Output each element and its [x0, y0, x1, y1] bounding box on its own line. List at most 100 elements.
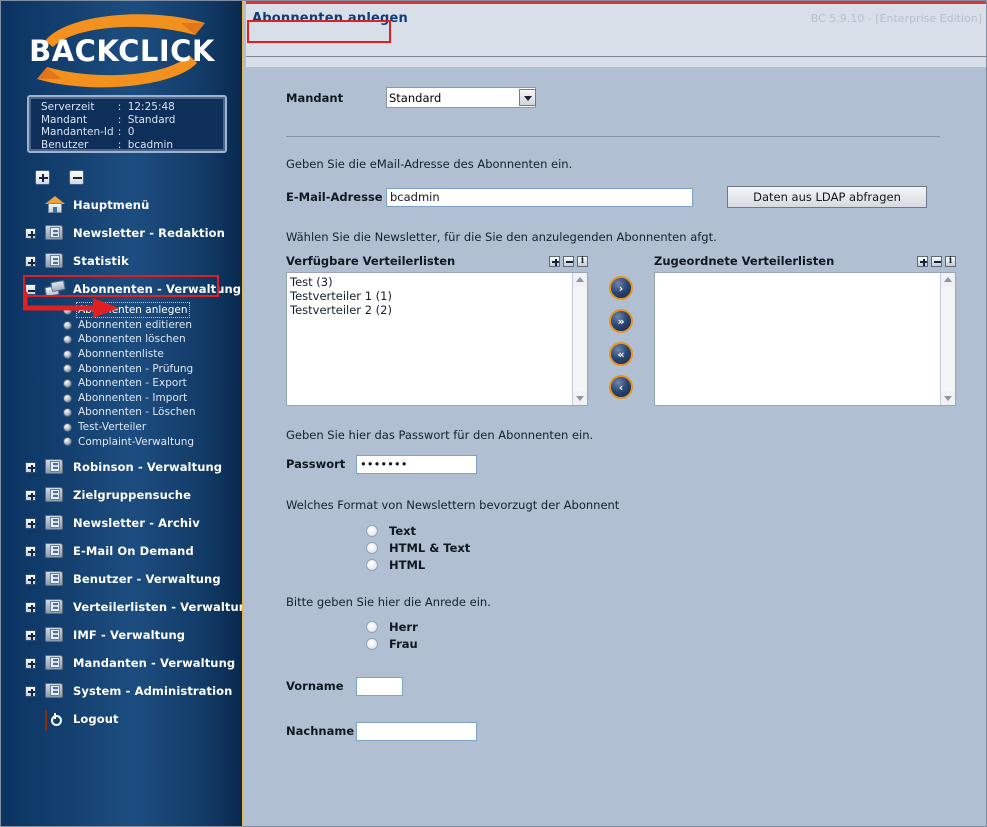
radio-label[interactable]: Text [389, 524, 416, 538]
list-item[interactable]: Test (3) [290, 275, 587, 289]
sidebar-item-newsletter-archiv[interactable]: Newsletter - Archiv [1, 509, 242, 537]
move-all-right-button[interactable]: » [609, 309, 633, 333]
expand-icon[interactable] [549, 255, 560, 267]
logout-icon [45, 709, 64, 731]
email-input[interactable] [386, 187, 693, 207]
scroll-up-icon[interactable] [941, 273, 955, 287]
sidebar-item-abonnenten-anlegen[interactable]: Abonnenten anlegen [1, 302, 242, 319]
radio-label[interactable]: Herr [389, 620, 418, 634]
folder-icon [45, 682, 64, 700]
sidebar-item-label: System - Administration [73, 683, 233, 698]
folder-icon [45, 486, 64, 504]
expand-icon[interactable] [25, 256, 36, 267]
expand-all-icon[interactable] [35, 170, 50, 185]
sidebar-item-system-administration[interactable]: System - Administration [1, 677, 242, 705]
sidebar-item-label: Zielgruppensuche [73, 487, 191, 502]
available-lists-header: Verfügbare Verteilerlisten i [286, 254, 588, 268]
sidebar-item-abonnenten-loeschen-bulk[interactable]: Abonnenten - Löschen [1, 405, 242, 420]
firstname-input[interactable] [356, 676, 403, 696]
sidebar-item-newsletter-redaktion[interactable]: Newsletter - Redaktion [1, 219, 242, 247]
page-title: Abonnenten anlegen [252, 11, 408, 26]
sidebar-item-abonnenten-export[interactable]: Abonnenten - Export [1, 376, 242, 391]
collapse-icon[interactable] [931, 255, 942, 267]
sidebar-item-abonnenten-loeschen[interactable]: Abonnenten löschen [1, 332, 242, 347]
bullet-icon [63, 437, 72, 447]
email-label: E-Mail-Adresse [286, 190, 383, 204]
sidebar-item-robinson-verwaltung[interactable]: Robinson - Verwaltung [1, 453, 242, 481]
folder-icon [45, 458, 64, 476]
collapse-icon[interactable] [25, 284, 36, 295]
scroll-down-icon[interactable] [573, 391, 587, 405]
info-icon[interactable]: i [577, 255, 588, 267]
sidebar-subitems-abonnenten: Abonnenten anlegen Abonnenten editieren … [1, 302, 242, 453]
mandant-select[interactable]: Standard [386, 87, 536, 108]
expand-icon[interactable] [25, 657, 36, 669]
available-lists-listbox[interactable]: Test (3) Testverteiler 1 (1) Testverteil… [286, 272, 588, 406]
radio-format-html[interactable] [366, 558, 378, 571]
assigned-lists-listbox[interactable] [654, 272, 956, 406]
sidebar-item-imf-verwaltung[interactable]: IMF - Verwaltung [1, 621, 242, 649]
header-spacer [246, 57, 986, 67]
expand-icon[interactable] [25, 629, 36, 641]
radio-format-text[interactable] [366, 524, 378, 537]
radio-salutation-frau[interactable] [366, 637, 378, 650]
expand-icon[interactable] [25, 685, 36, 697]
sidebar-item-abonnenten-pruefung[interactable]: Abonnenten - Prüfung [1, 361, 242, 376]
move-right-button[interactable]: › [609, 276, 633, 300]
sidebar-subitem-label: Abonnenten anlegen [76, 302, 190, 319]
radio-label[interactable]: HTML & Text [389, 541, 470, 555]
firstname-label: Vorname [286, 679, 344, 693]
lastname-input[interactable] [356, 721, 477, 741]
sidebar-item-statistik[interactable]: Statistik [1, 247, 242, 275]
expand-icon[interactable] [917, 255, 928, 267]
sidebar-item-test-verteiler[interactable]: Test-Verteiler [1, 420, 242, 435]
ldap-query-button[interactable]: Daten aus LDAP abfragen [727, 186, 927, 208]
list-item[interactable]: Testverteiler 2 (2) [290, 303, 587, 317]
radio-row: Text [366, 522, 980, 539]
expand-icon[interactable] [25, 489, 36, 501]
radio-salutation-herr[interactable] [366, 620, 378, 633]
sidebar-item-hauptmenue[interactable]: Hauptmenü [1, 191, 242, 219]
sidebar-item-abonnenten-editieren[interactable]: Abonnenten editieren [1, 318, 242, 333]
expand-icon[interactable] [25, 573, 36, 585]
sidebar-item-email-on-demand[interactable]: E-Mail On Demand [1, 537, 242, 565]
server-info-key: Serverzeit [41, 101, 95, 113]
sidebar-item-abonnentenliste[interactable]: Abonnentenliste [1, 347, 242, 362]
sidebar-item-zielgruppensuche[interactable]: Zielgruppensuche [1, 481, 242, 509]
scrollbar[interactable] [572, 273, 587, 405]
sidebar-item-complaint-verwaltung[interactable]: Complaint-Verwaltung [1, 434, 242, 449]
sidebar-item-verteilerlisten-verwaltung[interactable]: Verteilerlisten - Verwaltung [1, 593, 242, 621]
radio-row: HTML & Text [366, 539, 980, 556]
mandant-label: Mandant [286, 91, 344, 105]
scrollbar[interactable] [940, 273, 955, 405]
available-lists-panel: Verfügbare Verteilerlisten i Test (3) Te… [286, 254, 588, 406]
firstname-row: Vorname [254, 674, 980, 698]
scroll-up-icon[interactable] [573, 273, 587, 287]
expand-icon[interactable] [25, 517, 36, 529]
expand-icon[interactable] [25, 228, 36, 239]
list-item[interactable]: Testverteiler 1 (1) [290, 289, 587, 303]
sidebar-item-abonnenten-import[interactable]: Abonnenten - Import [1, 391, 242, 406]
sidebar-item-benutzer-verwaltung[interactable]: Benutzer - Verwaltung [1, 565, 242, 593]
backclick-window: BACKCLICK Serverzeit : 12:25:48 Mandant … [0, 0, 987, 827]
radio-format-html-text[interactable] [366, 541, 378, 554]
expand-icon[interactable] [25, 545, 36, 557]
move-all-left-button[interactable]: « [609, 342, 633, 366]
collapse-all-icon[interactable] [69, 170, 85, 185]
collapse-icon[interactable] [563, 255, 574, 267]
available-lists-items: Test (3) Testverteiler 1 (1) Testverteil… [287, 273, 587, 317]
scroll-down-icon[interactable] [941, 391, 955, 405]
mandant-select-wrap: Standard [386, 87, 538, 110]
expand-icon[interactable] [25, 601, 36, 613]
password-input[interactable] [356, 454, 477, 474]
move-left-button[interactable]: ‹ [609, 375, 633, 399]
info-icon[interactable]: i [945, 255, 956, 267]
expand-icon[interactable] [25, 461, 36, 473]
radio-label[interactable]: Frau [389, 637, 418, 651]
sidebar-item-logout[interactable]: Logout [1, 705, 242, 733]
radio-label[interactable]: HTML [389, 558, 425, 572]
sidebar-item-mandanten-verwaltung[interactable]: Mandanten - Verwaltung [1, 649, 242, 677]
lastname-label: Nachname [286, 724, 355, 738]
sidebar-item-label: Newsletter - Archiv [73, 515, 200, 530]
sidebar-item-abonnenten-verwaltung[interactable]: Abonnenten - Verwaltung [1, 275, 242, 303]
